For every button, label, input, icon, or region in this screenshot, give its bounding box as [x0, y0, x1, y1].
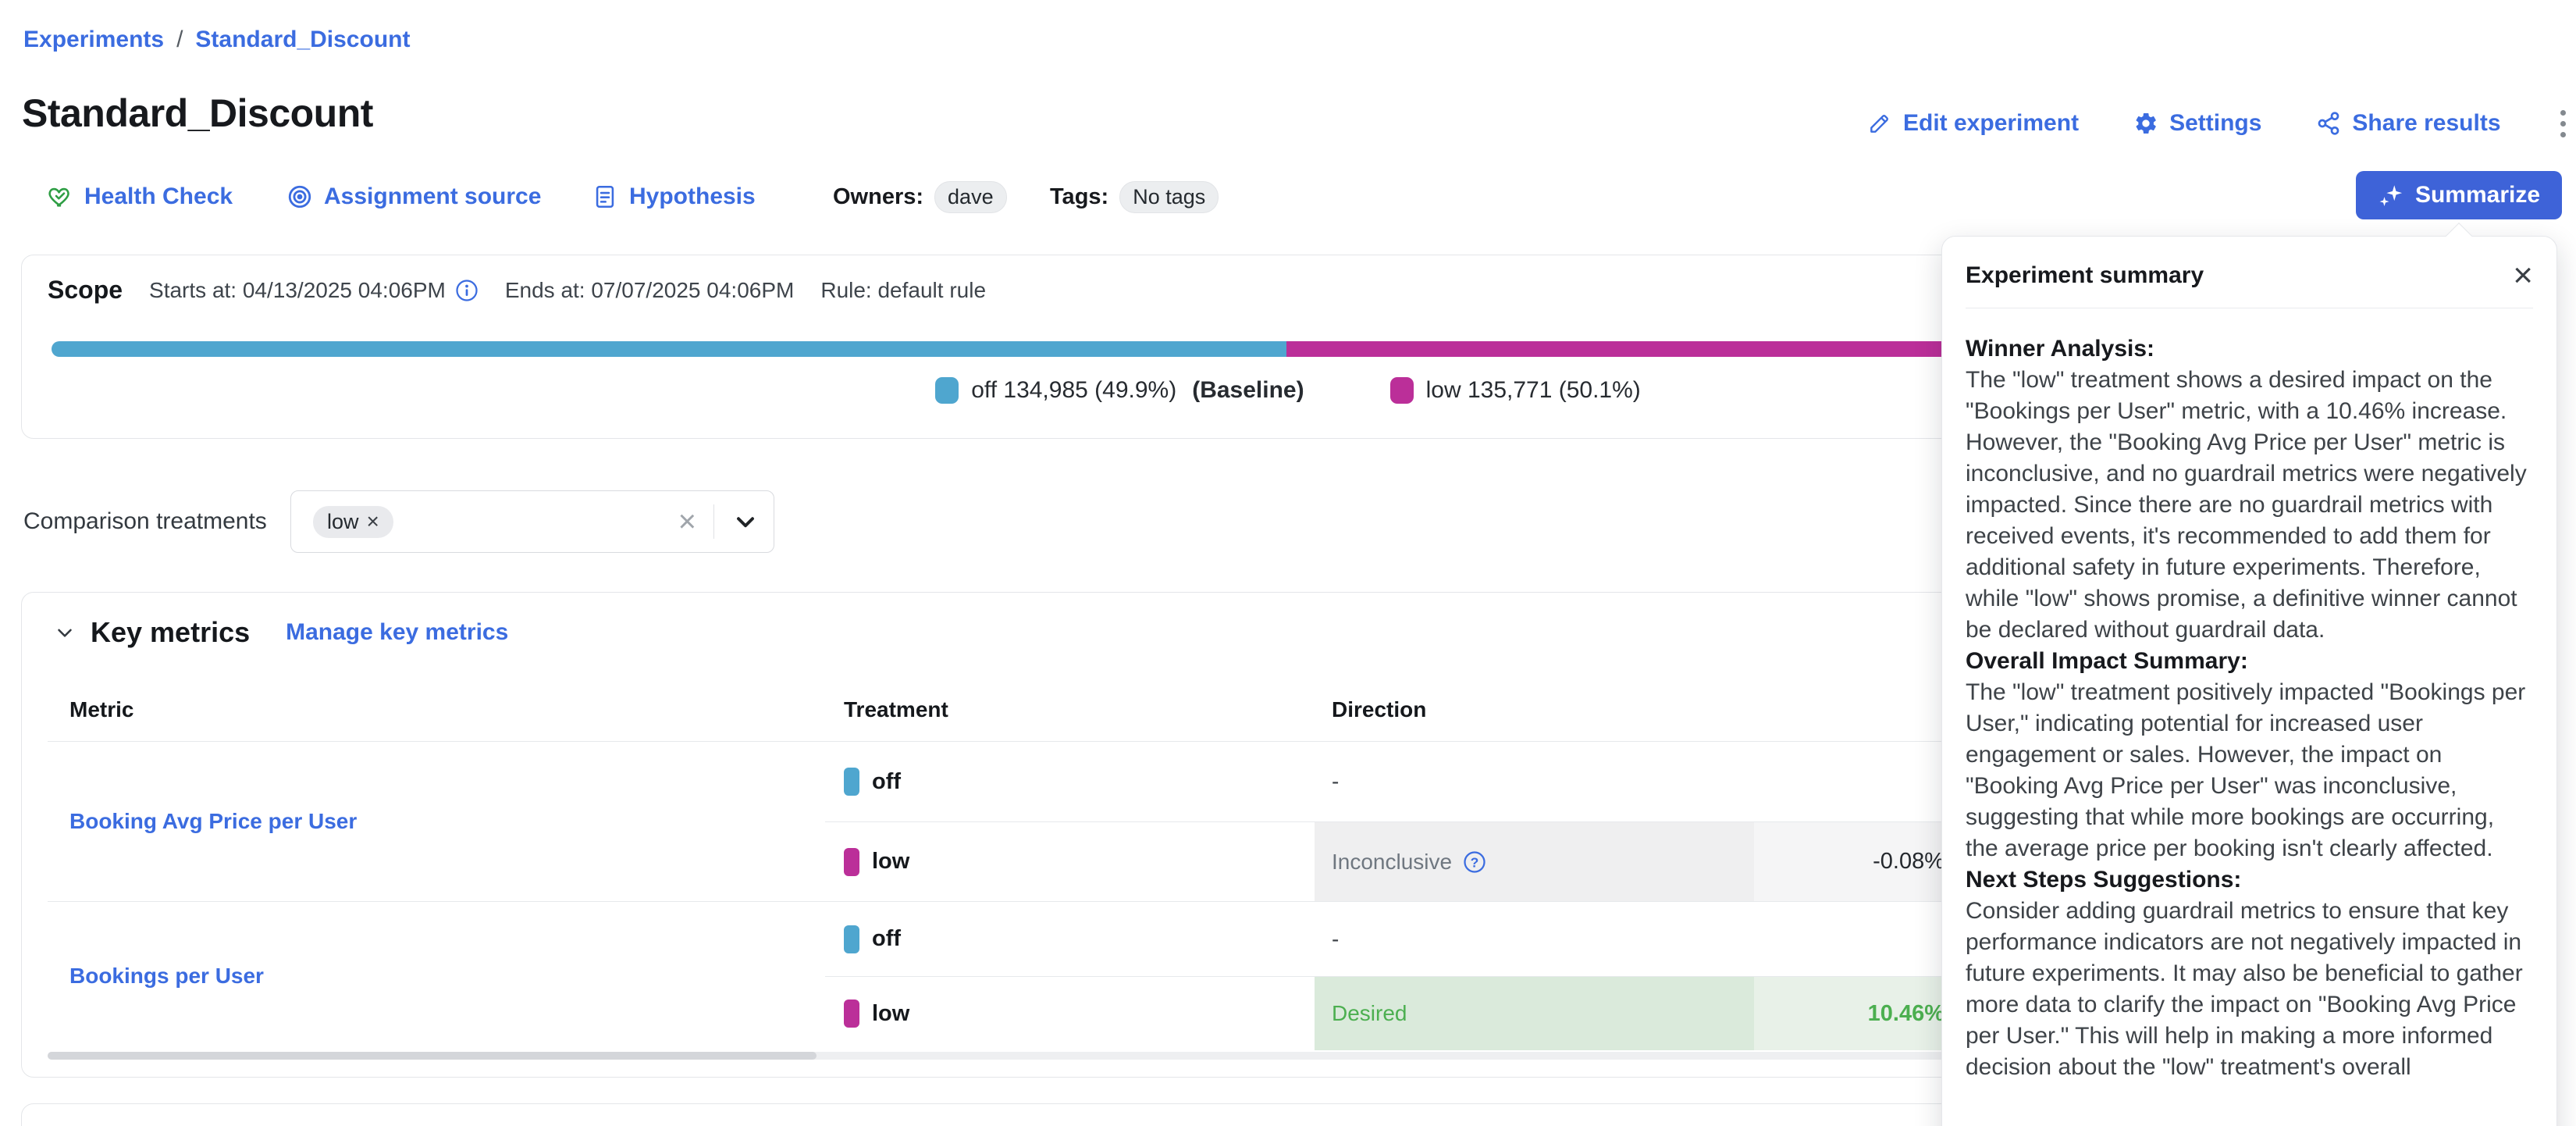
header-actions: Edit experiment Settings Share results	[1867, 108, 2571, 139]
direction-value: Inconclusive	[1332, 850, 1452, 875]
breadcrumb-experiments[interactable]: Experiments	[23, 27, 164, 53]
svg-text:?: ?	[1471, 854, 1479, 870]
scope-ends: Ends at: 07/07/2025 04:06PM	[505, 278, 795, 303]
direction-value: Desired	[1332, 1001, 1407, 1026]
summarize-button[interactable]: Summarize	[2356, 171, 2562, 219]
health-check-link[interactable]: Health Check	[47, 178, 233, 216]
gear-icon	[2133, 111, 2158, 136]
column-header-treatment: Treatment	[825, 697, 1315, 722]
question-circle-icon[interactable]: ?	[1463, 850, 1486, 874]
tags-label: Tags:	[1050, 184, 1108, 210]
pencil-icon	[1867, 111, 1892, 136]
treatment-name: off	[872, 926, 901, 952]
select-divider	[713, 504, 714, 539]
key-metrics-header: Key metrics Manage key metrics	[53, 616, 508, 649]
breadcrumb-separator: /	[176, 27, 183, 53]
treatment-name: low	[872, 849, 909, 875]
meta-bar: Health Check Assignment source Hypothesi…	[0, 178, 2576, 216]
owner-pill[interactable]: dave	[934, 181, 1007, 213]
tags-group: Tags: No tags	[1050, 178, 1219, 216]
section-body: Consider adding guardrail metrics to ens…	[1966, 898, 2523, 1080]
hypothesis-link[interactable]: Hypothesis	[592, 178, 756, 216]
comparison-treatments-label: Comparison treatments	[23, 508, 267, 535]
scrollbar-thumb[interactable]	[48, 1052, 817, 1060]
edit-experiment-label: Edit experiment	[1903, 110, 2079, 137]
scope-starts: Starts at: 04/13/2025 04:06PM	[149, 278, 479, 303]
allocation-segment-off	[52, 341, 1286, 357]
manage-key-metrics-link[interactable]: Manage key metrics	[286, 619, 508, 646]
owners-label: Owners:	[833, 184, 923, 210]
heart-check-icon	[47, 184, 73, 210]
chevron-down-icon[interactable]	[731, 508, 760, 536]
section-heading: Overall Impact Summary:	[1966, 648, 2248, 674]
share-results-button[interactable]: Share results	[2316, 110, 2500, 137]
breadcrumb: Experiments / Standard_Discount	[23, 27, 410, 53]
chip-remove-icon[interactable]: ×	[367, 511, 379, 533]
collapse-chevron-icon[interactable]	[53, 621, 76, 644]
breadcrumb-current[interactable]: Standard_Discount	[195, 27, 410, 53]
section-heading: Winner Analysis:	[1966, 336, 2154, 362]
direction-value: -	[1332, 927, 1339, 952]
tags-pill[interactable]: No tags	[1119, 181, 1219, 213]
legend-item-off: off 134,985 (49.9%) (Baseline)	[935, 377, 1304, 404]
more-options-kebab-icon[interactable]	[2556, 107, 2571, 141]
legend-text-off: off 134,985 (49.9%)	[971, 377, 1176, 404]
scope-title: Scope	[48, 276, 123, 305]
legend-marker-low	[1390, 377, 1414, 404]
treatment-name: low	[872, 1001, 909, 1027]
treatment-swatch-low	[844, 848, 859, 876]
treatment-chip-label: low	[327, 510, 359, 534]
comparison-treatments-select[interactable]: low × ×	[290, 490, 774, 553]
info-icon[interactable]	[455, 279, 479, 302]
treatment-swatch-off	[844, 768, 859, 796]
health-check-label: Health Check	[84, 184, 233, 210]
legend-text-low: low 135,771 (50.1%)	[1426, 377, 1641, 404]
panel-title: Experiment summary	[1966, 262, 2204, 289]
owners-group: Owners: dave	[833, 178, 1007, 216]
share-icon	[2316, 111, 2341, 136]
experiment-summary-panel: Experiment summary × Winner Analysis: Th…	[1941, 236, 2557, 1126]
scope-rule: Rule: default rule	[820, 278, 986, 303]
settings-button[interactable]: Settings	[2133, 110, 2261, 137]
treatment-swatch-low	[844, 1000, 859, 1028]
treatment-swatch-off	[844, 925, 859, 953]
settings-label: Settings	[2169, 110, 2261, 137]
legend-baseline-tag: (Baseline)	[1192, 377, 1304, 404]
sparkles-icon	[2378, 182, 2404, 208]
scope-row: Scope Starts at: 04/13/2025 04:06PM Ends…	[48, 276, 986, 305]
edit-experiment-button[interactable]: Edit experiment	[1867, 110, 2079, 137]
treatment-chip-low[interactable]: low ×	[313, 506, 393, 538]
panel-body: Winner Analysis: The "low" treatment sho…	[1942, 308, 2556, 1114]
select-clear-icon[interactable]: ×	[678, 506, 696, 537]
section-body: The "low" treatment positively impacted …	[1966, 679, 2525, 861]
column-header-metric: Metric	[48, 697, 825, 722]
assignment-source-link[interactable]: Assignment source	[286, 178, 541, 216]
assignment-source-label: Assignment source	[324, 184, 541, 210]
summarize-label: Summarize	[2415, 182, 2540, 208]
delta-value: -0.08%	[1873, 849, 1944, 875]
document-icon	[592, 184, 618, 210]
comparison-treatments-row: Comparison treatments low × ×	[0, 490, 1936, 553]
legend-marker-off	[935, 377, 959, 404]
key-metrics-title: Key metrics	[91, 616, 250, 649]
section-body: The "low" treatment shows a desired impa…	[1966, 367, 2527, 643]
hypothesis-label: Hypothesis	[629, 184, 756, 210]
legend-item-low: low 135,771 (50.1%)	[1390, 377, 1641, 404]
share-results-label: Share results	[2352, 110, 2500, 137]
section-heading: Next Steps Suggestions:	[1966, 867, 2241, 893]
metric-link-booking-avg-price[interactable]: Booking Avg Price per User	[69, 809, 357, 834]
metric-link-bookings-per-user[interactable]: Bookings per User	[69, 964, 264, 989]
treatment-name: off	[872, 769, 901, 795]
delta-value: 10.46%	[1868, 1001, 1944, 1027]
direction-value: -	[1332, 769, 1339, 794]
column-header-direction: Direction	[1315, 697, 1754, 722]
close-icon[interactable]: ×	[2513, 262, 2533, 289]
target-icon	[286, 184, 313, 210]
page-title: Standard_Discount	[22, 91, 373, 136]
